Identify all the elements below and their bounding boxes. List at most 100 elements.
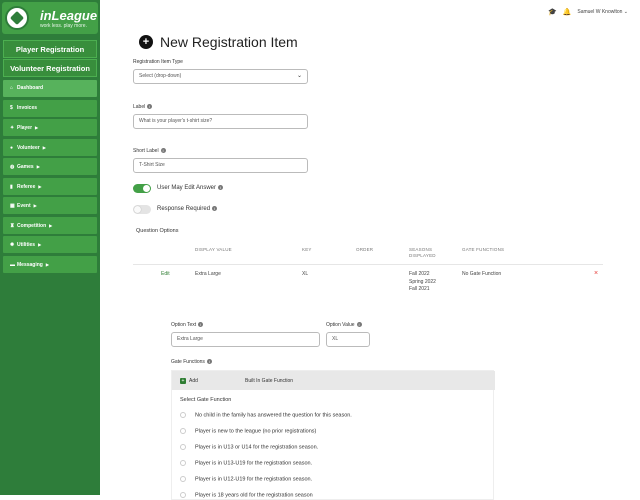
calendar-icon: ▦ [10, 203, 15, 209]
built-in-gate-function-label: Built In Gate Function [245, 378, 294, 384]
sidebar-item-label: Referee [17, 183, 36, 190]
sidebar-item-messaging[interactable]: ▬ Messaging ▶ [3, 255, 97, 273]
gate-function-option[interactable]: Player is in U12-U19 for the registratio… [180, 476, 312, 482]
short-label-input[interactable]: T-Shirt Size [133, 158, 308, 173]
info-icon[interactable]: i [160, 148, 166, 154]
option-value-input[interactable]: XL [326, 332, 370, 347]
logo-title: inLeague [40, 8, 98, 23]
radio-button[interactable] [180, 476, 186, 482]
delete-icon[interactable]: × [594, 270, 598, 277]
person-icon: ● [10, 144, 14, 151]
label-input[interactable]: What is your player's t-shirt size? [133, 114, 308, 129]
gate-function-option-label: Player is in U13-U19 for the registratio… [195, 460, 313, 467]
gate-function-option[interactable]: Player is in U13-U19 for the registratio… [180, 460, 312, 466]
column-header-display-value: DISPLAY VALUE [195, 247, 232, 252]
gear-icon: ✹ [10, 242, 15, 248]
add-icon[interactable]: + [180, 378, 186, 384]
gate-functions-panel: + Add Built In Gate Function Select Gate… [171, 370, 495, 500]
sidebar-item-label: Volunteer [17, 144, 40, 151]
sidebar-item-games[interactable]: ◍ Games ▶ [3, 158, 97, 175]
gate-function-option-label: No child in the family has answered the … [195, 412, 352, 419]
caret-right-icon: ▶ [36, 164, 40, 169]
season-item: Fall 2022 [409, 271, 430, 277]
info-icon[interactable]: i [218, 185, 224, 190]
logo-badge-icon [5, 6, 29, 30]
trophy-icon: ♜ [10, 222, 15, 229]
gate-function-option[interactable]: No child in the family has answered the … [180, 412, 352, 418]
volunteer-registration-button[interactable]: Volunteer Registration [3, 59, 97, 77]
gate-functions-cell: No Gate Function [462, 271, 502, 277]
sidebar-item-volunteer[interactable]: ● Volunteer ▶ [3, 138, 97, 156]
logo[interactable]: inLeague work less. play more. [2, 2, 98, 34]
select-gate-function-heading: Select Gate Function [180, 397, 232, 403]
player-registration-button[interactable]: Player Registration [3, 40, 97, 58]
gate-functions-header: + Add Built In Gate Function [172, 371, 495, 390]
sidebar-item-competition[interactable]: ♜ Competition ▶ [3, 216, 97, 234]
item-type-value: Select (drop-down) [139, 73, 182, 79]
short-label-field-label: Short Label i [133, 148, 166, 154]
info-icon[interactable]: i [212, 206, 218, 211]
info-icon[interactable]: i [198, 322, 204, 328]
info-icon[interactable]: i [356, 322, 362, 328]
caret-right-icon: ▶ [45, 261, 49, 267]
item-type-select[interactable]: Select (drop-down) ⌄ [133, 69, 308, 84]
info-icon[interactable]: i [147, 104, 153, 110]
plus-circle-icon: + [139, 35, 153, 49]
seasons-cell: Fall 2022 Spring 2022 Fall 2021 [409, 271, 441, 294]
page-title: New Registration Item [160, 34, 298, 50]
sidebar-item-dashboard[interactable]: ⌂ Dashboard [3, 80, 97, 97]
option-text-label: Option Text i [171, 322, 204, 328]
gate-function-option[interactable]: Player is in U13 or U14 for the registra… [180, 444, 318, 450]
gate-function-option[interactable]: Player is new to the league (no prior re… [180, 428, 316, 434]
add-gate-function-button[interactable]: Add [189, 378, 198, 384]
sidebar-item-event[interactable]: ▦ Event ▶ [3, 197, 97, 214]
option-text-input[interactable]: Extra Large [171, 332, 320, 347]
caret-right-icon: ▶ [49, 222, 53, 228]
season-item: Spring 2022 [409, 278, 436, 285]
radio-button[interactable] [180, 460, 186, 466]
sidebar-item-player[interactable]: ✦ Player ▶ [3, 119, 97, 136]
caret-right-icon: ▶ [33, 203, 37, 208]
radio-button[interactable] [180, 492, 186, 498]
gate-function-option-label: Player is new to the league (no prior re… [195, 428, 317, 435]
bell-icon[interactable]: 🔔 [563, 8, 572, 16]
sidebar-item-referee[interactable]: ▮ Referee ▶ [3, 177, 97, 195]
card-icon: ▮ [10, 183, 13, 190]
sidebar-item-label: Games [17, 164, 34, 170]
sidebar-item-label: Utilities [17, 242, 36, 248]
graduation-cap-icon[interactable]: 🎓 [548, 8, 557, 16]
response-required-label: Response Required i [157, 206, 218, 212]
runner-icon: ✦ [10, 125, 15, 131]
toggle-knob [134, 206, 141, 213]
user-may-edit-toggle[interactable] [133, 184, 151, 193]
caret-right-icon: ▶ [35, 125, 39, 130]
edit-link[interactable]: Edit [161, 271, 170, 277]
gate-function-option[interactable]: Player is 18 years old for the registrat… [180, 492, 313, 498]
info-icon[interactable]: i [206, 359, 212, 365]
table-divider [133, 264, 603, 265]
user-name: Samuel W Knowlton [577, 9, 623, 15]
toggle-knob [143, 185, 150, 192]
sidebar-item-label: Event [17, 203, 31, 209]
top-bar: 🎓 🔔 Samuel W Knowlton ⌄ [100, 0, 640, 24]
page-header: + New Registration Item [139, 34, 298, 50]
season-item: Fall 2021 [409, 286, 430, 292]
gate-function-option-label: Player is in U13 or U14 for the registra… [195, 444, 319, 451]
response-required-toggle[interactable] [133, 205, 151, 214]
column-header-seasons: SEASONS DISPLAYED [409, 247, 436, 258]
sidebar-item-label: Dashboard [17, 85, 44, 91]
label-field-label: Label i [133, 104, 153, 110]
radio-button[interactable] [180, 444, 186, 450]
caret-right-icon: ▶ [38, 242, 42, 247]
user-may-edit-label: User May Edit Answer i [157, 185, 224, 191]
sidebar-item-invoices[interactable]: $ Invoices [3, 99, 97, 117]
logo-tagline: work less. play more. [40, 23, 87, 29]
ball-icon: ◍ [10, 164, 15, 170]
user-menu[interactable]: Samuel W Knowlton ⌄ [577, 9, 628, 15]
radio-button[interactable] [180, 428, 186, 434]
option-value-label: Option Value i [326, 322, 362, 328]
sidebar: inLeague work less. play more. Player Re… [0, 0, 100, 495]
radio-button[interactable] [180, 412, 186, 418]
chevron-down-icon: ⌄ [296, 73, 302, 79]
sidebar-item-utilities[interactable]: ✹ Utilities ▶ [3, 236, 97, 253]
